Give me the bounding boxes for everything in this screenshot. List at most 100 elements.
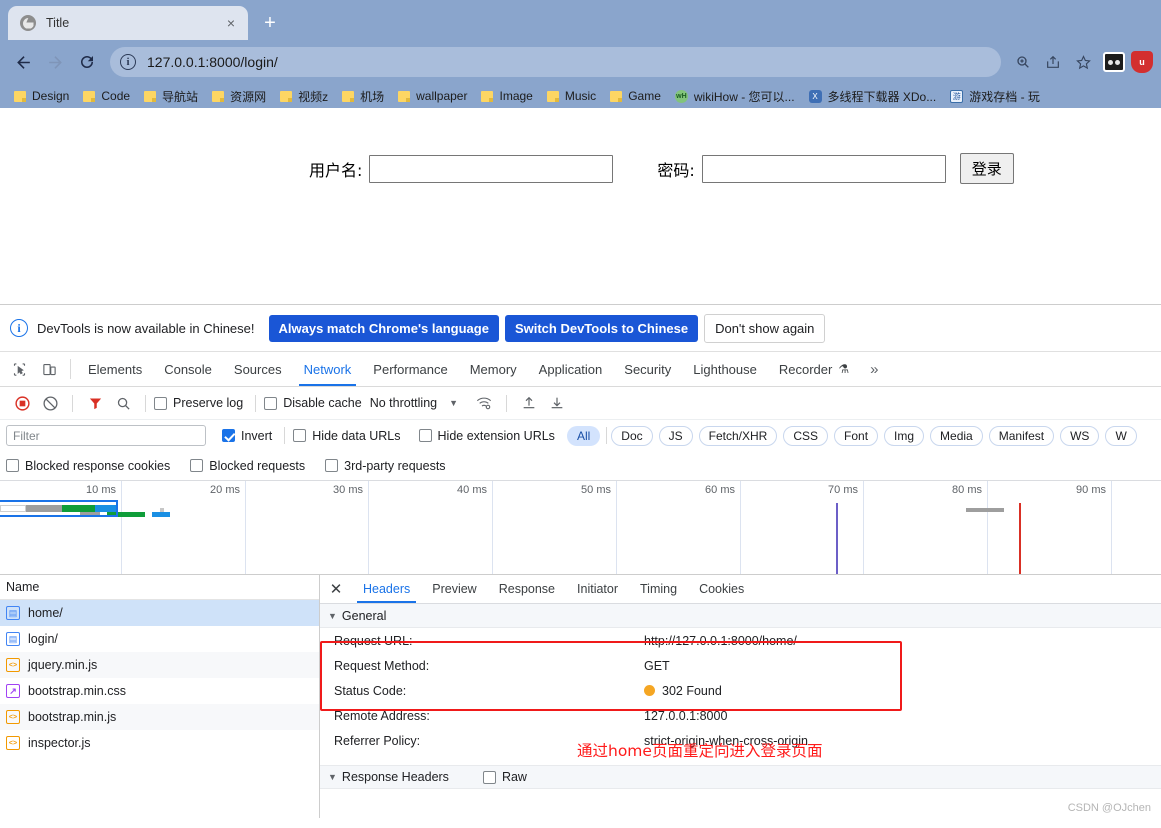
request-list-header[interactable]: Name <box>0 575 319 600</box>
password-input[interactable] <box>701 154 946 183</box>
export-har-icon[interactable] <box>543 389 571 417</box>
switch-to-chinese-button[interactable]: Switch DevTools to Chinese <box>504 314 699 342</box>
search-icon[interactable] <box>109 389 137 417</box>
overview-selection-window[interactable] <box>0 500 118 517</box>
tab-memory[interactable]: Memory <box>459 352 528 386</box>
response-headers-section-header[interactable]: ▼ Response Headers Raw <box>320 765 1161 789</box>
detail-tab-headers[interactable]: Headers <box>352 575 421 603</box>
clear-icon[interactable] <box>36 389 64 417</box>
chevron-down-icon[interactable]: ▼ <box>449 398 458 408</box>
request-row-home[interactable]: home/ <box>0 600 319 626</box>
bookmark-item[interactable]: 机场 <box>336 86 390 107</box>
type-filter-fetch-xhr[interactable]: Fetch/XHR <box>698 425 778 446</box>
device-toolbar-icon[interactable] <box>34 352 64 386</box>
zoom-icon[interactable] <box>1009 48 1037 76</box>
type-filter-img[interactable]: Img <box>884 425 925 446</box>
bookmark-item[interactable]: Music <box>541 87 602 105</box>
bookmark-item[interactable]: 游游戏存档 - 玩 <box>944 86 1046 107</box>
import-har-icon[interactable] <box>515 389 543 417</box>
bookmark-star-icon[interactable] <box>1069 48 1097 76</box>
dont-show-again-button[interactable]: Don't show again <box>704 313 826 343</box>
filter-icon[interactable] <box>81 389 109 417</box>
detail-tab-initiator[interactable]: Initiator <box>566 575 629 603</box>
tab-sources[interactable]: Sources <box>223 352 293 386</box>
preserve-log-checkbox[interactable]: Preserve log <box>154 396 243 410</box>
tab-application[interactable]: Application <box>528 352 614 386</box>
blocked-response-cookies-checkbox[interactable]: Blocked response cookies <box>6 459 170 473</box>
more-tabs-icon[interactable]: » <box>860 352 888 386</box>
bookmark-item[interactable]: Game <box>604 87 667 105</box>
adblock-extension-icon[interactable]: u <box>1131 51 1153 73</box>
type-filter-font[interactable]: Font <box>834 425 879 446</box>
network-conditions-icon[interactable] <box>470 389 498 417</box>
type-filter-manifest[interactable]: Manifest <box>988 425 1055 446</box>
page-info-icon[interactable]: i <box>120 54 136 70</box>
tab-performance[interactable]: Performance <box>362 352 458 386</box>
bookmark-item[interactable]: 导航站 <box>138 86 204 107</box>
type-filter-all[interactable]: All <box>566 425 601 446</box>
close-icon[interactable]: × <box>222 14 240 32</box>
type-filter-media[interactable]: Media <box>930 425 983 446</box>
invert-checkbox[interactable]: Invert <box>222 429 272 443</box>
filter-input[interactable]: Filter <box>6 425 206 446</box>
bookmark-item[interactable]: Code <box>77 87 136 105</box>
type-filter-doc[interactable]: Doc <box>611 425 653 446</box>
hide-extension-urls-checkbox[interactable]: Hide extension URLs <box>418 429 555 443</box>
tab-network[interactable]: Network <box>293 352 363 386</box>
bookmark-item[interactable]: X 多线程下载器 XDo... <box>803 86 943 107</box>
general-section-header[interactable]: ▼ General <box>320 604 1161 628</box>
raw-checkbox[interactable] <box>482 770 496 784</box>
extension-icon[interactable] <box>1103 52 1125 72</box>
type-filter-ws[interactable]: WS <box>1060 425 1100 446</box>
bookmark-item[interactable]: wallpaper <box>392 87 473 105</box>
third-party-requests-checkbox[interactable]: 3rd-party requests <box>325 458 446 473</box>
bookmark-item[interactable]: Design <box>8 87 75 105</box>
back-icon[interactable] <box>8 47 38 77</box>
request-row-bootstrap-css[interactable]: bootstrap.min.css <box>0 678 319 704</box>
throttling-select[interactable]: No throttling <box>370 396 437 410</box>
bookmark-item[interactable]: 资源网 <box>206 86 272 107</box>
blocked-requests-checkbox[interactable]: Blocked requests <box>190 459 305 473</box>
username-input[interactable] <box>369 154 614 183</box>
network-timeline-overview[interactable]: 10 ms 20 ms 30 ms 40 ms 50 ms 60 ms 70 m… <box>0 481 1161 575</box>
tab-recorder[interactable]: Recorder ⚗ <box>768 352 860 386</box>
bookmark-label: 多线程下载器 XDo... <box>827 89 937 104</box>
bookmark-item[interactable]: wH wikiHow - 您可以... <box>669 86 801 107</box>
detail-tab-preview[interactable]: Preview <box>421 575 487 603</box>
third-party-requests-label: 3rd-party requests <box>344 458 446 473</box>
always-match-language-button[interactable]: Always match Chrome's language <box>268 314 499 342</box>
type-filter-wasm[interactable]: W <box>1105 425 1137 446</box>
type-filter-js[interactable]: JS <box>658 425 693 446</box>
record-icon[interactable] <box>8 389 36 417</box>
inspect-element-icon[interactable] <box>4 352 34 386</box>
bookmark-item[interactable]: 视频z <box>274 86 334 107</box>
disable-cache-checkbox[interactable]: Disable cache <box>264 396 362 410</box>
tab-console[interactable]: Console <box>153 352 223 386</box>
header-value: 302 Found <box>644 684 722 698</box>
bookmark-item[interactable]: Image <box>475 87 538 105</box>
hide-data-urls-checkbox[interactable]: Hide data URLs <box>293 429 401 443</box>
tab-elements[interactable]: Elements <box>77 352 153 386</box>
detail-tab-timing[interactable]: Timing <box>629 575 688 603</box>
type-filter-css[interactable]: CSS <box>783 425 829 446</box>
share-icon[interactable] <box>1039 48 1067 76</box>
login-button[interactable]: 登录 <box>959 153 1014 184</box>
devtools-language-banner: i DevTools is now available in Chinese! … <box>0 305 1161 352</box>
request-row-login[interactable]: login/ <box>0 626 319 652</box>
browser-tab[interactable]: Title × <box>8 6 248 40</box>
address-bar[interactable]: i 127.0.0.1:8000/login/ <box>110 47 1001 77</box>
script-icon <box>6 658 20 672</box>
request-row-jquery[interactable]: jquery.min.js <box>0 652 319 678</box>
detail-tab-cookies[interactable]: Cookies <box>688 575 755 603</box>
tab-lighthouse[interactable]: Lighthouse <box>682 352 768 386</box>
request-row-bootstrap-js[interactable]: bootstrap.min.js <box>0 704 319 730</box>
tab-recorder-label: Recorder <box>778 361 833 377</box>
close-icon[interactable]: ✕ <box>320 575 352 603</box>
tab-security[interactable]: Security <box>613 352 682 386</box>
request-row-inspector[interactable]: inspector.js <box>0 730 319 756</box>
detail-tab-response[interactable]: Response <box>488 575 566 603</box>
new-tab-button[interactable]: + <box>256 9 284 37</box>
checkbox-box <box>418 429 432 442</box>
reload-icon[interactable] <box>72 47 102 77</box>
bookmark-label: Music <box>564 89 597 103</box>
